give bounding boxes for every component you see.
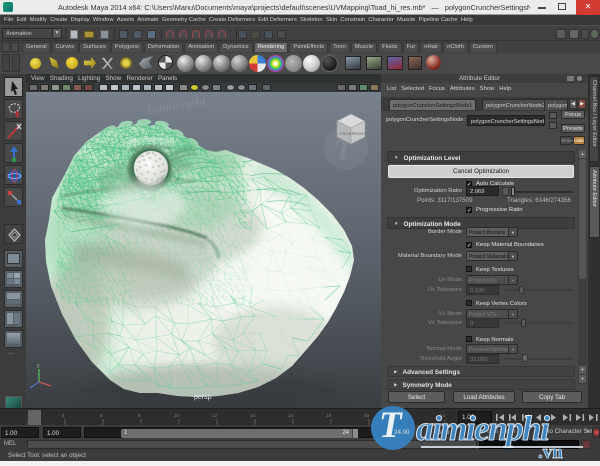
svg-text:10: 10 bbox=[174, 413, 180, 418]
svg-text:4: 4 bbox=[62, 413, 65, 418]
svg-text:22: 22 bbox=[402, 413, 408, 418]
svg-text:persp: persp bbox=[194, 394, 212, 401]
svg-text:RIGHT: RIGHT bbox=[353, 131, 366, 136]
svg-text:18: 18 bbox=[326, 413, 332, 418]
svg-text:8: 8 bbox=[138, 413, 141, 418]
svg-text:24: 24 bbox=[440, 413, 446, 418]
svg-text:6: 6 bbox=[100, 413, 103, 418]
svg-text:20: 20 bbox=[364, 413, 370, 418]
svg-text:12: 12 bbox=[212, 413, 218, 418]
svg-text:14: 14 bbox=[250, 413, 256, 418]
svg-text:16: 16 bbox=[288, 413, 294, 418]
